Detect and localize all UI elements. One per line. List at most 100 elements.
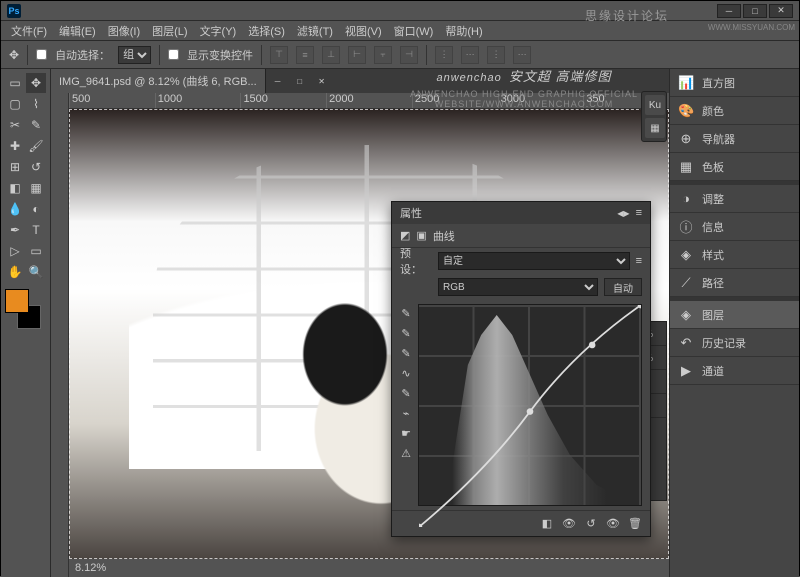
clip-warning-icon[interactable]: ⚠ <box>396 444 416 462</box>
artboard-tool[interactable]: ▭ <box>5 73 25 93</box>
auto-select-checkbox[interactable] <box>36 49 47 60</box>
curves-icon: ◩ <box>400 229 410 242</box>
doc-close-icon[interactable]: ✕ <box>312 74 332 88</box>
menu-window[interactable]: 窗口(W) <box>388 21 440 41</box>
show-transform-checkbox[interactable] <box>168 49 179 60</box>
eraser-tool[interactable]: ◧ <box>5 178 25 198</box>
menu-select[interactable]: 选择(S) <box>242 21 291 41</box>
panel-layers[interactable]: ◈图层 <box>670 301 799 329</box>
zoom-tool[interactable]: 🔍 <box>26 262 46 282</box>
dock-item-2[interactable]: ▦ <box>645 118 665 138</box>
channel-select[interactable]: RGB <box>438 278 598 296</box>
shape-tool[interactable]: ▭ <box>26 241 46 261</box>
pen-tool[interactable]: ✒ <box>5 220 25 240</box>
dock-item-1[interactable]: Ku <box>645 95 665 115</box>
doc-restore-icon[interactable]: □ <box>290 74 310 88</box>
tool-palette: ▭✥ ▢⌇ ✂✎ ✚🖌 ⊞↺ ◧▦ 💧◐ ✒T ▷▭ ✋🔍 <box>1 69 51 577</box>
auto-button[interactable]: 自动 <box>604 278 642 296</box>
palette-icon: 🎨 <box>678 103 694 119</box>
hand-tool[interactable]: ✋ <box>5 262 25 282</box>
move-tool[interactable]: ✥ <box>26 73 46 93</box>
lasso-tool[interactable]: ⌇ <box>26 94 46 114</box>
collapsed-dock: Ku ▦ <box>641 91 667 142</box>
align-top-icon[interactable]: ⊤ <box>270 46 288 64</box>
marquee-tool[interactable]: ▢ <box>5 94 25 114</box>
panel-styles[interactable]: ◈样式 <box>670 241 799 269</box>
mask-icon: ▣ <box>416 229 426 242</box>
maximize-button[interactable]: □ <box>743 4 767 18</box>
menu-image[interactable]: 图像(I) <box>102 21 146 41</box>
blur-tool[interactable]: 💧 <box>5 199 25 219</box>
stamp-tool[interactable]: ⊞ <box>5 157 25 177</box>
eyedropper-gray-icon[interactable]: ✎ <box>396 324 416 342</box>
show-transform-label: 显示变换控件 <box>187 47 253 63</box>
status-bar: 8.12% <box>69 559 669 577</box>
menu-edit[interactable]: 编辑(E) <box>53 21 102 41</box>
watermark-text: 思缘设计论坛 <box>585 7 669 24</box>
panel-swatches[interactable]: ▦色板 <box>670 153 799 181</box>
healing-tool[interactable]: ✚ <box>5 136 25 156</box>
histogram-icon: 📊 <box>678 75 694 91</box>
align-left-icon[interactable]: ⊢ <box>348 46 366 64</box>
collapse-icon[interactable]: ◀▶ <box>617 209 629 218</box>
panel-color[interactable]: 🎨颜色 <box>670 97 799 125</box>
auto-select-label: 自动选择： <box>55 47 110 63</box>
properties-panel: 属性 ◀▶ ≡ ◩ ▣ 曲线 预设： 自定 ≡ RGB 自动 ✎ ✎ ✎ ∿ ✎… <box>391 201 651 537</box>
align-bottom-icon[interactable]: ⊥ <box>322 46 340 64</box>
adjust-icon: ◑ <box>678 191 694 206</box>
menu-file[interactable]: 文件(F) <box>5 21 53 41</box>
right-panels: 📊直方图 🎨颜色 ⊕导航器 ▦色板 ◑调整 ⓘ信息 ◈样式 ⟋路径 ◈图层 ↶历… <box>669 69 799 577</box>
curves-label: 曲线 <box>433 228 455 244</box>
eyedropper-white-icon[interactable]: ✎ <box>396 344 416 362</box>
menu-help[interactable]: 帮助(H) <box>439 21 488 41</box>
panel-menu-icon[interactable]: ≡ <box>636 207 642 219</box>
menu-type[interactable]: 文字(Y) <box>194 21 243 41</box>
preset-select[interactable]: 自定 <box>438 252 630 270</box>
options-bar: ✥ 自动选择： 组 显示变换控件 ⊤ ≡ ⊥ ⊢ ⫟ ⊣ ⋮ ⋯ ⋮ ⋯ <box>1 41 799 69</box>
preset-menu-icon[interactable]: ≡ <box>636 255 642 267</box>
preset-label: 预设： <box>400 245 432 277</box>
type-tool[interactable]: T <box>26 220 46 240</box>
compass-icon: ⊕ <box>678 131 694 147</box>
curves-graph[interactable] <box>418 304 642 506</box>
align-hcenter-icon[interactable]: ⫟ <box>374 46 392 64</box>
document-tab[interactable]: IMG_9641.psd @ 8.12% (曲线 6, RGB... <box>51 69 266 93</box>
menu-filter[interactable]: 滤镜(T) <box>291 21 339 41</box>
brush-tool[interactable]: 🖌 <box>26 136 46 156</box>
channels-icon: ▶ <box>678 363 694 379</box>
minimize-button[interactable]: ─ <box>717 4 741 18</box>
panel-paths[interactable]: ⟋路径 <box>670 269 799 297</box>
eyedropper-tool[interactable]: ✎ <box>26 115 46 135</box>
vertical-ruler <box>51 93 69 577</box>
crop-tool[interactable]: ✂ <box>5 115 25 135</box>
ps-logo: Ps <box>7 4 21 18</box>
panel-channels[interactable]: ▶通道 <box>670 357 799 385</box>
align-vcenter-icon[interactable]: ≡ <box>296 46 314 64</box>
auto-select-target[interactable]: 组 <box>118 46 151 64</box>
watermark-url: WWW.MISSYUAN.COM <box>708 23 795 32</box>
panel-info[interactable]: ⓘ信息 <box>670 213 799 241</box>
document-title: IMG_9641.psd @ 8.12% (曲线 6, RGB... <box>59 73 257 89</box>
gradient-tool[interactable]: ▦ <box>26 178 46 198</box>
doc-minimize-icon[interactable]: ─ <box>268 74 288 88</box>
history-brush-tool[interactable]: ↺ <box>26 157 46 177</box>
menu-view[interactable]: 视图(V) <box>339 21 388 41</box>
hand-adjust-icon[interactable]: ☛ <box>396 424 416 442</box>
swatches-icon: ▦ <box>678 159 694 175</box>
curve-smooth-icon[interactable]: ⌁ <box>396 404 416 422</box>
eyedropper-black-icon[interactable]: ✎ <box>396 304 416 322</box>
panel-adjustments[interactable]: ◑调整 <box>670 185 799 213</box>
foreground-color[interactable] <box>5 289 29 313</box>
panel-history[interactable]: ↶历史记录 <box>670 329 799 357</box>
panel-histogram[interactable]: 📊直方图 <box>670 69 799 97</box>
dodge-tool[interactable]: ◐ <box>26 199 46 219</box>
history-icon: ↶ <box>678 335 694 351</box>
path-select-tool[interactable]: ▷ <box>5 241 25 261</box>
menubar: 文件(F) 编辑(E) 图像(I) 图层(L) 文字(Y) 选择(S) 滤镜(T… <box>1 21 799 41</box>
curve-edit-icon[interactable]: ∿ <box>396 364 416 382</box>
close-button[interactable]: ✕ <box>769 4 793 18</box>
curve-draw-icon[interactable]: ✎ <box>396 384 416 402</box>
color-swatches[interactable] <box>5 289 45 329</box>
panel-navigator[interactable]: ⊕导航器 <box>670 125 799 153</box>
menu-layer[interactable]: 图层(L) <box>146 21 193 41</box>
